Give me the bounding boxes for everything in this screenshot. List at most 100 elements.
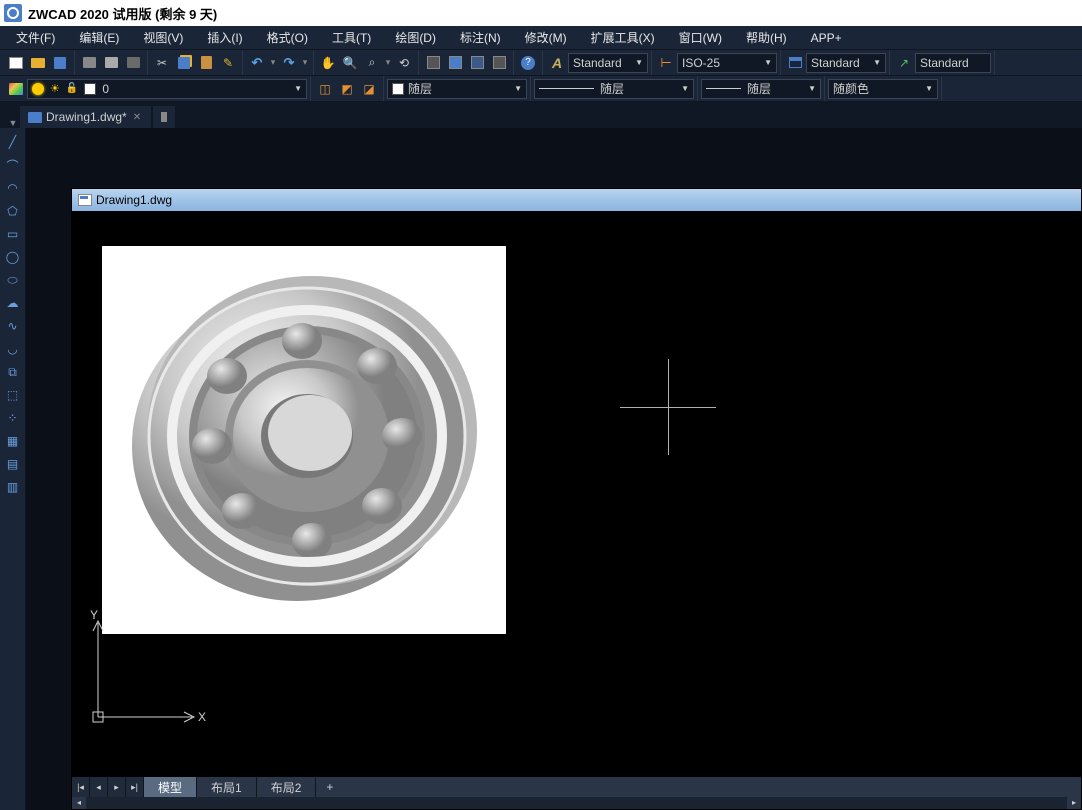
layout-nav-last[interactable]: ▸| <box>126 777 144 797</box>
cut-button[interactable]: ✂ <box>151 52 173 74</box>
layer-state-button[interactable]: ◩ <box>336 78 358 100</box>
scroll-right-button[interactable]: ▸ <box>1067 797 1081 809</box>
pline-tool[interactable]: ⌒ <box>3 155 23 175</box>
publish-button[interactable] <box>122 52 144 74</box>
tab-close-button[interactable]: ✕ <box>131 112 143 123</box>
draw-toolbar: ╱ ⌒ ◠ ⬠ ▭ ◯ ⬭ ☁ ∿ ◡ ⧉ ⬚ ⁘ ▦ ▤ ▥ <box>0 128 26 810</box>
tablestyle-button[interactable] <box>784 52 806 74</box>
menu-draw[interactable]: 绘图(D) <box>383 26 448 49</box>
table-style-combo[interactable]: Standard▼ <box>806 53 886 73</box>
document-tab-drawing1[interactable]: Drawing1.dwg* ✕ <box>20 106 151 128</box>
undo-button[interactable]: ↶ <box>246 52 268 74</box>
ucs-y-label: Y <box>90 608 98 622</box>
linetype-combo[interactable]: 随层 ▼ <box>534 79 694 99</box>
menu-format[interactable]: 格式(O) <box>255 26 320 49</box>
menu-window[interactable]: 窗口(W) <box>667 26 734 49</box>
print-preview-button[interactable] <box>100 52 122 74</box>
menu-ext[interactable]: 扩展工具(X) <box>579 26 667 49</box>
line-icon: ╱ <box>9 135 16 149</box>
ellipse-arc-icon: ◡ <box>7 342 17 356</box>
properties-button[interactable] <box>444 52 466 74</box>
design-center-button[interactable] <box>466 52 488 74</box>
menu-view[interactable]: 视图(V) <box>131 26 195 49</box>
layout-tab-model[interactable]: 模型 <box>144 777 197 797</box>
scroll-track[interactable] <box>86 797 1067 809</box>
dimstyle-button[interactable]: ⊢ <box>655 52 677 74</box>
layout-nav-prev[interactable]: ◂ <box>90 777 108 797</box>
zoom-previous-button[interactable]: ⟲ <box>393 52 415 74</box>
undo-dropdown[interactable]: ▾ <box>268 57 278 68</box>
polygon-tool[interactable]: ⬠ <box>3 201 23 221</box>
pan-button[interactable]: ✋ <box>317 52 339 74</box>
menu-tools[interactable]: 工具(T) <box>320 26 383 49</box>
circle-tool[interactable]: ◯ <box>3 247 23 267</box>
document-window-titlebar[interactable]: Drawing1.dwg <box>72 189 1081 211</box>
ellipse-arc-tool[interactable]: ◡ <box>3 339 23 359</box>
open-button[interactable] <box>27 52 49 74</box>
table-tool[interactable]: ▥ <box>3 477 23 497</box>
line-tool[interactable]: ╱ <box>3 132 23 152</box>
save-icon <box>54 57 66 69</box>
matchprop-button[interactable]: ✎ <box>217 52 239 74</box>
redo-dropdown[interactable]: ▾ <box>300 57 310 68</box>
spline-tool[interactable]: ∿ <box>3 316 23 336</box>
text-style-combo[interactable]: Standard▼ <box>568 53 648 73</box>
cloud-tool[interactable]: ☁ <box>3 293 23 313</box>
dim-style-combo[interactable]: ISO-25▼ <box>677 53 777 73</box>
zoom-realtime-button[interactable]: 🔍 <box>339 52 361 74</box>
block-tool[interactable]: ⧉ <box>3 362 23 382</box>
gradient-tool[interactable]: ▤ <box>3 454 23 474</box>
canvas[interactable]: Drawing1.dwg <box>26 128 1082 810</box>
gradient-icon: ▤ <box>7 457 18 471</box>
lineweight-combo[interactable]: 随层 ▼ <box>701 79 821 99</box>
menu-file[interactable]: 文件(F) <box>4 26 67 49</box>
menu-modify[interactable]: 修改(M) <box>513 26 579 49</box>
redo-icon: ↷ <box>284 55 295 71</box>
point-tool[interactable]: ⁘ <box>3 408 23 428</box>
layer-previous-button[interactable]: ◫ <box>314 78 336 100</box>
mleader-style-value: Standard <box>920 56 969 70</box>
layout-tab-1[interactable]: 布局1 <box>197 777 257 797</box>
help-button[interactable]: ? <box>517 52 539 74</box>
layout-add-button[interactable]: + <box>316 780 343 794</box>
layer-combo[interactable]: ☀ 🔓 0 ▼ <box>27 79 307 99</box>
layout-nav-first[interactable]: |◂ <box>72 777 90 797</box>
scroll-left-button[interactable]: ◂ <box>72 797 86 809</box>
layer-manager-button[interactable] <box>5 78 27 100</box>
zoom-window-button[interactable]: ⌕ <box>361 52 383 74</box>
drawing-viewport[interactable]: Y X <box>72 211 1081 777</box>
menu-insert[interactable]: 插入(I) <box>195 26 254 49</box>
tab-scroll-button[interactable]: ▼ <box>6 118 20 128</box>
plotstyle-value: 随颜色 <box>833 80 869 97</box>
ellipse-tool[interactable]: ⬭ <box>3 270 23 290</box>
paste-button[interactable] <box>195 52 217 74</box>
layout-nav-next[interactable]: ▸ <box>108 777 126 797</box>
zoom-dropdown[interactable]: ▾ <box>383 57 393 68</box>
arc-tool[interactable]: ◠ <box>3 178 23 198</box>
menu-dim[interactable]: 标注(N) <box>448 26 513 49</box>
plotstyle-combo[interactable]: 随颜色 ▼ <box>828 79 938 99</box>
textstyle-button[interactable]: A <box>546 52 568 74</box>
new-tab-button[interactable] <box>153 106 175 128</box>
redo-button[interactable]: ↷ <box>278 52 300 74</box>
menu-app[interactable]: APP+ <box>799 28 854 48</box>
layout-tab-2[interactable]: 布局2 <box>257 777 317 797</box>
menu-help[interactable]: 帮助(H) <box>734 26 799 49</box>
hatch-tool[interactable]: ▦ <box>3 431 23 451</box>
mleader-style-combo[interactable]: Standard <box>915 53 991 73</box>
rectangle-tool[interactable]: ▭ <box>3 224 23 244</box>
mleaderstyle-button[interactable]: ↗ <box>893 52 915 74</box>
matchprop-icon: ✎ <box>223 56 233 70</box>
color-combo[interactable]: 随层 ▼ <box>387 79 527 99</box>
window-title: ZWCAD 2020 试用版 (剩余 9 天) <box>28 4 217 23</box>
layer-iso-button[interactable]: ◪ <box>358 78 380 100</box>
new-button[interactable] <box>5 52 27 74</box>
copy-button[interactable] <box>173 52 195 74</box>
print-button[interactable] <box>78 52 100 74</box>
menu-edit[interactable]: 编辑(E) <box>67 26 131 49</box>
horizontal-scrollbar[interactable]: ◂ ▸ <box>72 797 1081 809</box>
tool-palettes-button[interactable] <box>488 52 510 74</box>
insert-tool[interactable]: ⬚ <box>3 385 23 405</box>
calculator-button[interactable] <box>422 52 444 74</box>
save-button[interactable] <box>49 52 71 74</box>
